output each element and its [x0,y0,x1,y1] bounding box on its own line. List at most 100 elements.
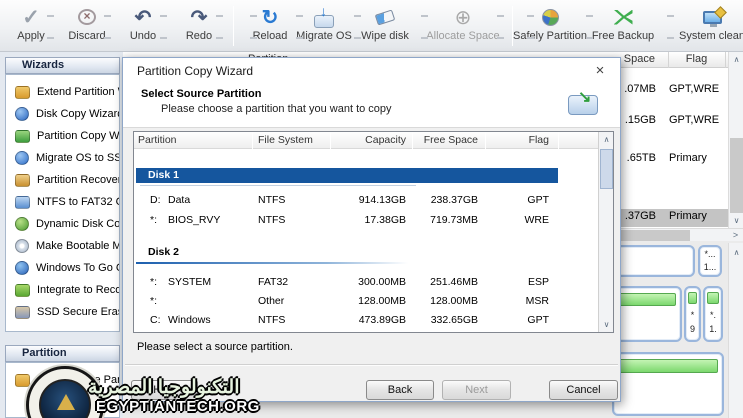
toolbar: Apply Discard Undo Redo Reload Migrate O… [0,0,743,52]
col-free-space[interactable]: Free Space [416,134,478,146]
gear-icon [15,283,30,297]
partition-block[interactable]: *... 1... [698,245,722,277]
capacity: 128.00MB [358,295,406,307]
list-scrollbar[interactable]: ∧ ∨ [598,132,613,332]
partition-row[interactable]: *: BIOS_RVY NTFS 17.38GB 719.73MB WRE [134,212,598,230]
sidebar-item-label: Dynamic Disk Converter [36,218,119,230]
toolbar-label: Wipe disk [361,30,409,42]
partition-row[interactable]: *: Other 128.00MB 128.00MB MSR [134,293,598,311]
sidebar-item-bootable-media[interactable]: Make Bootable Media [6,235,119,257]
partition-label: * [690,310,695,320]
scroll-down-icon[interactable]: ∨ [729,213,743,228]
partition-block[interactable] [615,245,695,277]
sidebar-item-disk-copy[interactable]: Disk Copy Wizard [6,103,119,125]
scroll-up-icon[interactable]: ∧ [599,132,613,147]
scrollbar-thumb[interactable] [600,149,613,189]
cd-disc-icon [15,239,29,253]
next-button[interactable]: Next [442,380,511,400]
redo-arrow-icon [191,5,208,30]
sidebar-item-dynamic-disk[interactable]: Dynamic Disk Converter [6,213,119,235]
capacity: 914.13GB [358,194,406,206]
disk-group-header: Disk 2 [148,246,179,258]
scroll-up-icon[interactable]: ∧ [729,245,743,260]
sidebar-item-partition-recovery[interactable]: Partition Recovery Wizard [6,169,119,191]
wizards-panel-header[interactable]: Wizards [5,57,120,74]
extend-partition-icon [15,85,30,99]
migrate-os-icon [314,3,334,28]
app-window: Partition Space Flag .07MB GPT,WRE .15GB… [0,0,743,418]
dialog-subheading: Please choose a partition that you want … [161,103,392,115]
partition-block[interactable]: * 9 [684,286,701,342]
free-backup-icon [613,9,633,25]
partition-block[interactable] [612,352,724,416]
scrollbar-vertical[interactable]: ∧ ∨ [728,52,743,228]
column-divider [725,52,726,68]
scrollbar-thumb[interactable] [730,138,743,213]
flag-cell: Primary [669,152,707,164]
bg-col-flag[interactable]: Flag [668,53,725,65]
scroll-up-icon[interactable]: ∧ [729,52,743,67]
dynamic-disk-icon [15,217,29,231]
col-capacity[interactable]: Capacity [332,134,406,146]
disk-group-header: Disk 1 [136,168,558,183]
flag: ESP [527,276,549,288]
drive-letter: D: [150,194,161,206]
partition-block[interactable]: *. 1. [703,286,723,342]
ssd-erase-icon [15,305,30,319]
free-space: 128.00MB [430,295,478,307]
panel-header-label: Wizards [22,59,65,71]
used-space-bar [707,292,719,304]
partition-label: 9 [689,324,695,334]
column-divider [668,52,669,68]
sidebar-item-label: NTFS to FAT32 Converter [37,196,119,208]
dialog-status-text: Please select a source partition. [137,341,293,353]
close-icon[interactable]: × [590,61,610,81]
flag: GPT [527,194,549,206]
partition-row[interactable]: *: SYSTEM FAT32 300.00MB 251.46MB ESP [134,274,598,292]
sidebar-item-ntfs-fat32[interactable]: NTFS to FAT32 Converter [6,191,119,213]
sidebar-item-windows-to-go[interactable]: Windows To Go Creator [6,257,119,279]
back-button[interactable]: Back [366,380,434,400]
col-flag[interactable]: Flag [487,134,549,146]
toolbar-button-allocate-space[interactable]: Allocate Space [424,4,502,48]
wizards-panel: Extend Partition Wizard Disk Copy Wizard… [5,74,120,332]
sidebar-item-partition-copy[interactable]: Partition Copy Wizard [6,125,119,147]
used-space-bar [618,293,676,306]
partition-row[interactable]: C: Windows NTFS 473.89GB 332.65GB GPT [134,312,598,330]
sidebar-item-label: Partition Copy Wizard [37,130,119,142]
toolbar-button-system-clean[interactable]: System clean [674,4,743,48]
divider [136,262,408,264]
wipe-disk-icon [374,8,396,26]
file-system: NTFS [258,214,286,226]
sidebar-item-extend-partition[interactable]: Extend Partition Wizard [6,81,119,103]
cancel-button[interactable]: Cancel [549,380,618,400]
toolbar-label: Free Backup [591,30,655,42]
capacity: 300.00MB [358,276,406,288]
scroll-down-icon[interactable]: ∨ [599,317,613,332]
used-space-bar [618,359,718,373]
col-partition[interactable]: Partition [138,134,177,146]
divider [140,185,416,186]
safely-partition-icon [541,8,559,26]
partition-label: 1... [703,262,717,272]
drive-letter: C: [150,314,161,326]
globe-icon [15,261,29,275]
partition-operations-header[interactable]: Partition Operations [5,345,120,374]
list-header: Partition File System Capacity Free Spac… [134,132,598,149]
partition-name: BIOS_RVY [168,214,221,226]
partition-row[interactable]: D: Data NTFS 914.13GB 238.37GB GPT [134,192,598,210]
col-file-system[interactable]: File System [258,134,313,146]
sidebar-item-integrate-recovery[interactable]: Integrate to Recovery [6,279,119,301]
flag: GPT [527,314,549,326]
toolbar-button-wipe-disk[interactable]: Wipe disk [356,4,414,48]
sidebar-item-migrate-os-ssd[interactable]: Migrate OS to SSD [6,147,119,169]
toolbar-button-free-backup[interactable]: Free Backup [588,4,658,48]
toolbar-button-safely-partition[interactable]: Safely Partition [511,4,589,48]
scrollbar-vertical[interactable]: ∧ [728,243,743,418]
dialog-heading: Select Source Partition [141,88,262,100]
check-icon [22,5,40,30]
partition-recovery-icon [15,173,30,187]
partition-block[interactable] [612,286,682,342]
sidebar-item-ssd-secure-erase[interactable]: SSD Secure Erase Wizard [6,301,119,323]
reload-icon [262,5,279,30]
